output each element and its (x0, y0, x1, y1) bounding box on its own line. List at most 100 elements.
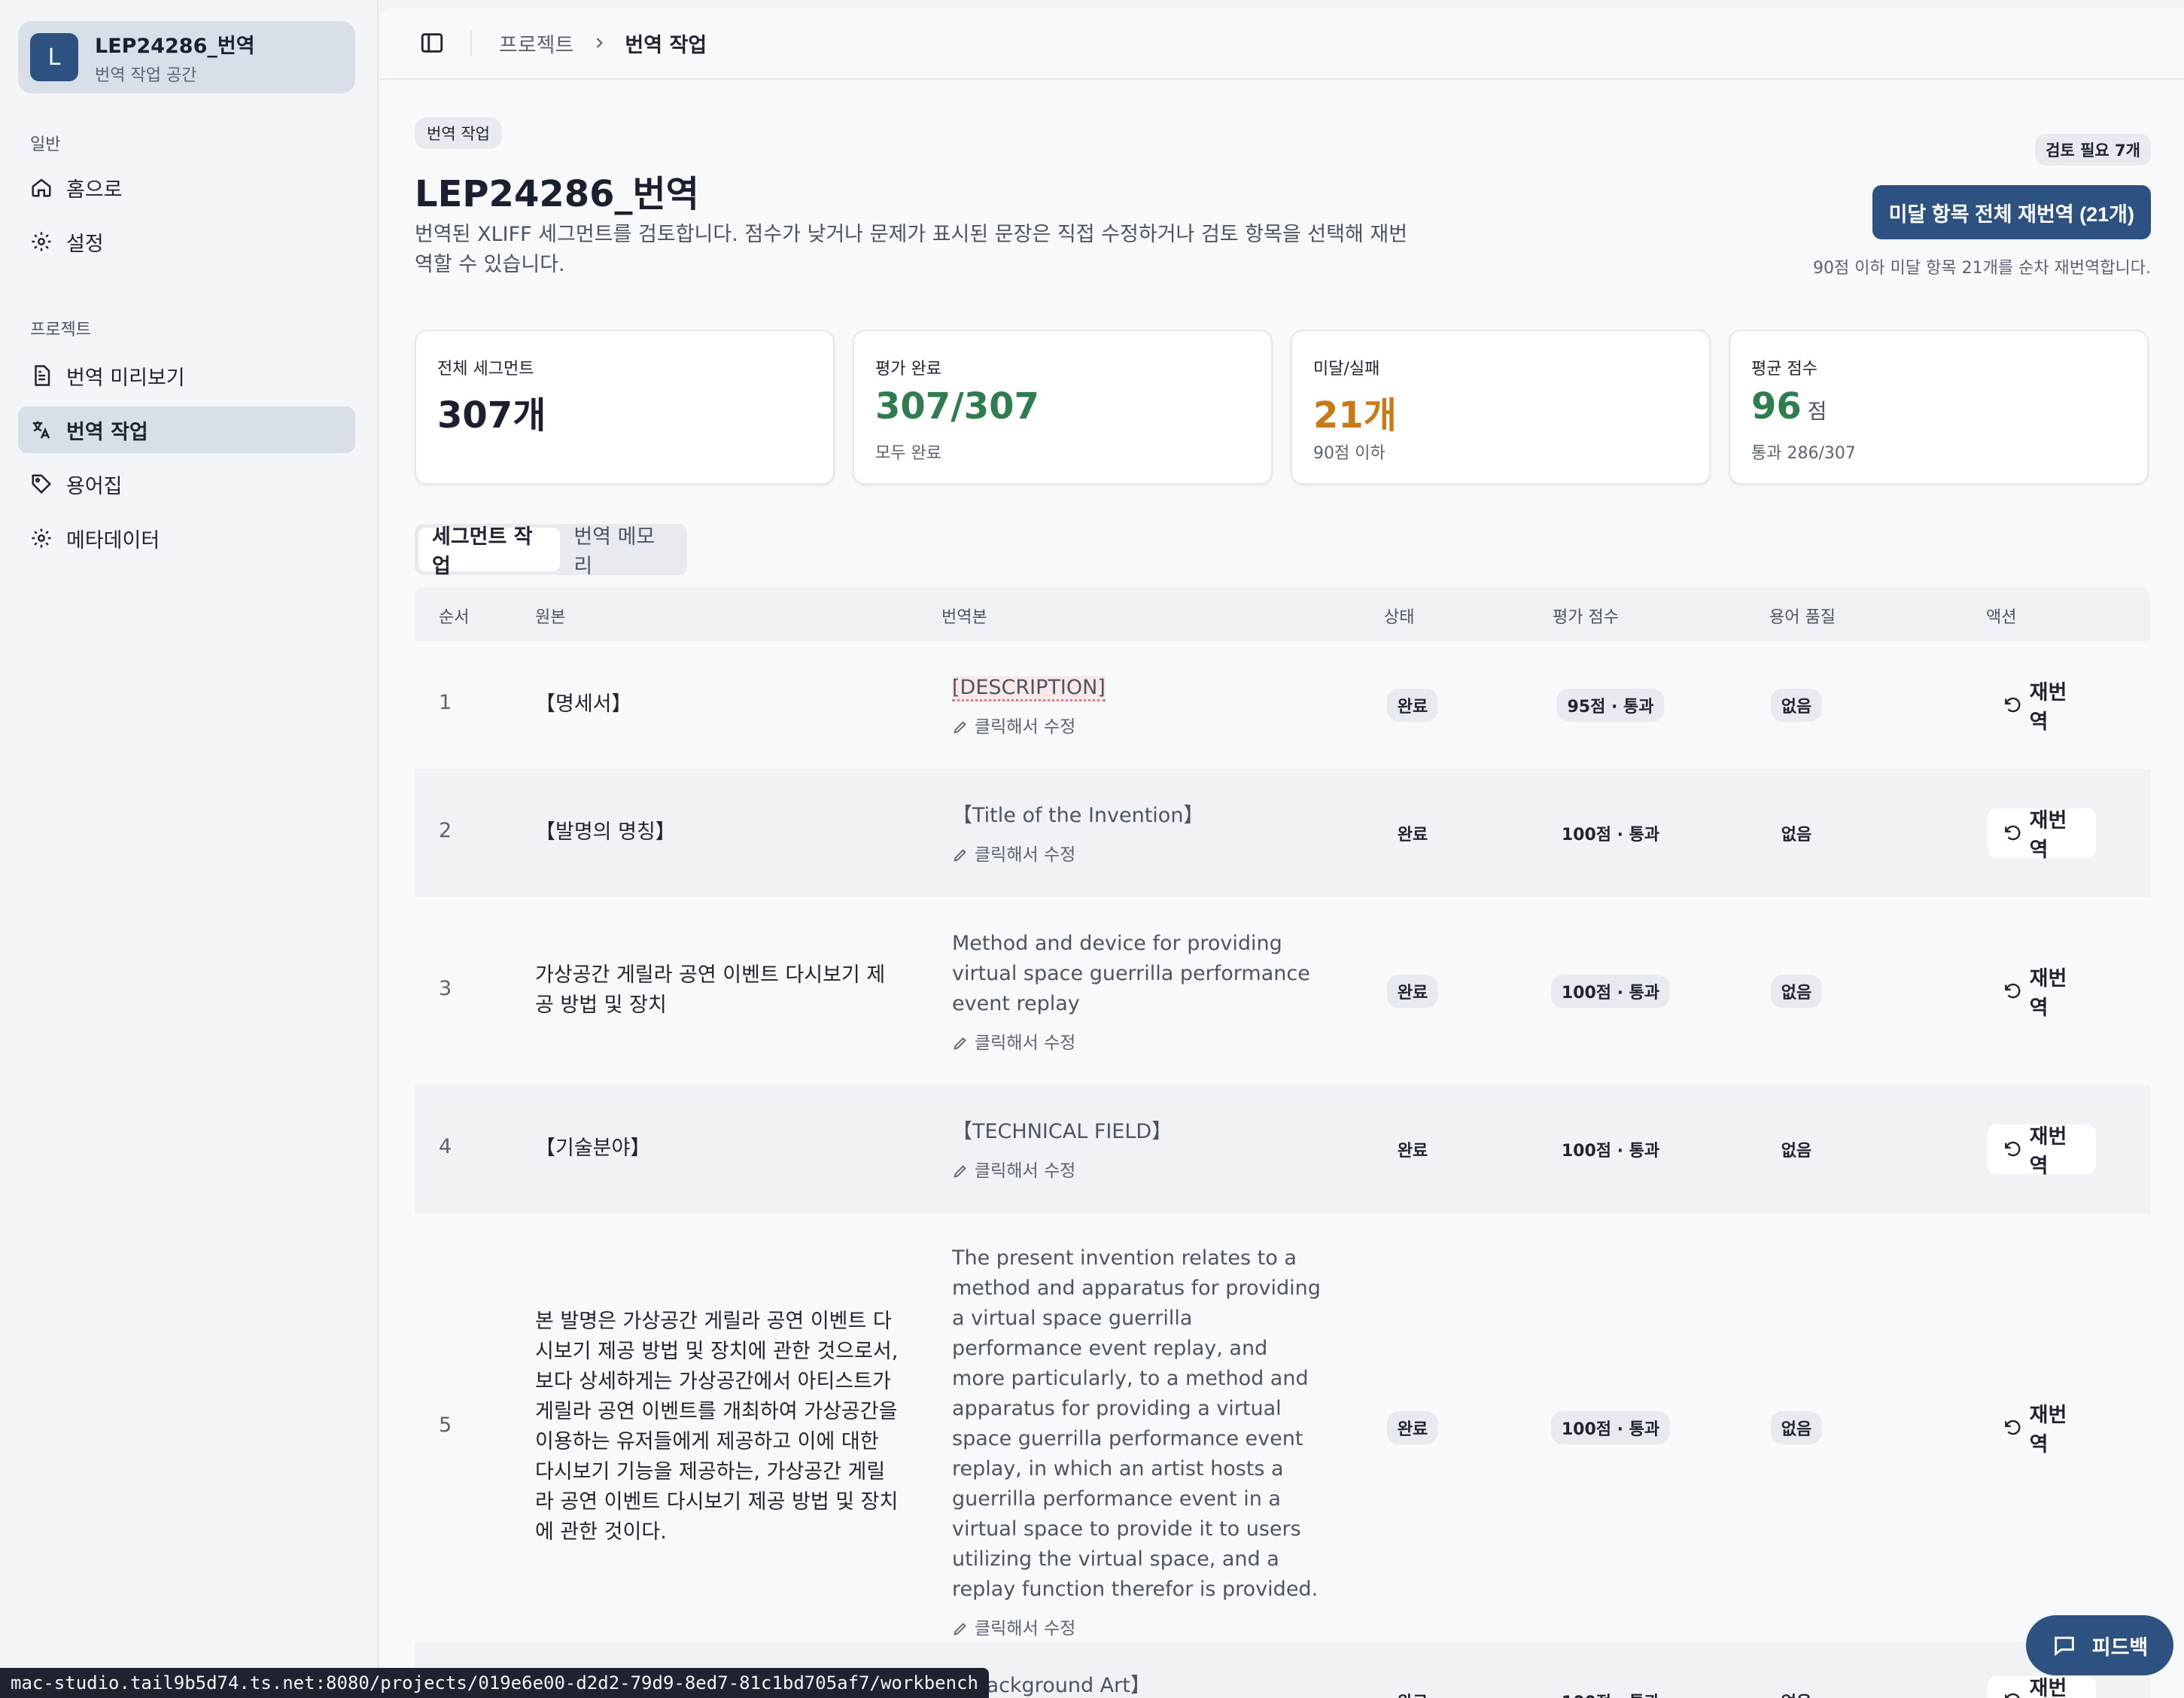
sidebar-item-label: 홈으로 (66, 173, 123, 202)
pencil-icon (952, 847, 969, 863)
stat-sub: 90점 이하 (1313, 440, 1386, 464)
score-badge: 100점 · 통과 (1551, 1684, 1670, 1698)
retranslate-note: 90점 이하 미달 항목 21개를 순차 재번역합니다. (1813, 254, 2151, 278)
retranslate-all-button[interactable]: 미달 항목 전체 재번역 (21개) (1872, 185, 2151, 239)
table-header: 순서 원본 번역본 상태 평가 점수 용어 품질 액션 (415, 587, 2150, 641)
score-badge: 100점 · 통과 (1551, 975, 1670, 1008)
stat-card-average: 평균 점수 96점 통과 286/307 (1729, 330, 2149, 485)
chevron-right-icon (592, 35, 607, 50)
edit-hint-label: 클릭해서 수정 (975, 840, 1075, 870)
row-source: 【명세서】 (535, 689, 904, 720)
sidebar-item-work[interactable]: 번역 작업 (18, 406, 355, 453)
page-tag: 번역 작업 (415, 117, 502, 149)
row-number: 4 (439, 1135, 452, 1158)
sidebar-item-label: 번역 미리보기 (66, 361, 185, 391)
stat-label: 전체 세그먼트 (437, 355, 534, 379)
stat-value: 96점 (1751, 385, 1827, 428)
page-title: LEP24286_번역 (415, 164, 699, 217)
status-badge: 완료 (1387, 689, 1438, 722)
feedback-label: 피드백 (2092, 1631, 2149, 1660)
sidebar-item-home[interactable]: 홈으로 (18, 164, 355, 211)
target-text: 【TECHNICAL FIELD】 (952, 1120, 1172, 1143)
retranslate-label: 재번역 (2030, 676, 2081, 735)
edit-hint-label: 클릭해서 수정 (975, 1028, 1075, 1058)
score-badge: 100점 · 통과 (1551, 817, 1670, 850)
edit-hint[interactable]: 클릭해서 수정 (952, 1614, 1321, 1644)
target-text: Method and device for providing virtual … (952, 932, 1310, 1015)
tag-icon (30, 473, 53, 495)
retranslate-label: 재번역 (2030, 1120, 2081, 1179)
table-row: 1 【명세서】 [DESCRIPTION] 클릭해서 수정 완료 95점 · 통… (415, 641, 2150, 769)
table-row: 4 【기술분야】 【TECHNICAL FIELD】 클릭해서 수정 완료 10… (415, 1085, 2150, 1213)
stat-label: 미달/실패 (1313, 355, 1379, 379)
retranslate-button[interactable]: 재번역 (1988, 808, 2096, 858)
edit-hint[interactable]: 클릭해서 수정 (952, 840, 1321, 870)
edit-hint-label: 클릭해서 수정 (975, 712, 1075, 742)
target-text: The present invention relates to a metho… (952, 1246, 1321, 1601)
refresh-icon (2003, 695, 2022, 716)
stat-label: 평균 점수 (1751, 355, 1817, 379)
sidebar-item-metadata[interactable]: 메타데이터 (18, 515, 355, 561)
edit-hint[interactable]: 클릭해서 수정 (952, 712, 1321, 742)
refresh-icon (2003, 1417, 2022, 1438)
stat-value: 21개 (1313, 385, 1397, 438)
retranslate-button[interactable]: 재번역 (1988, 1124, 2096, 1174)
breadcrumb-project[interactable]: 프로젝트 (499, 29, 573, 58)
retranslate-button[interactable]: 재번역 (1988, 1403, 2096, 1453)
sidebar-item-label: 용어집 (66, 470, 123, 499)
sidebar-item-preview[interactable]: 번역 미리보기 (18, 352, 355, 399)
retranslate-label: 재번역 (2030, 1672, 2081, 1698)
row-source: 【발명의 명칭】 (535, 817, 904, 847)
col-header-term: 용어 품질 (1769, 604, 1836, 628)
row-target[interactable]: 【Title of the Invention】 클릭해서 수정 (952, 801, 1321, 870)
gear-icon (30, 230, 53, 253)
sidebar-item-label: 메타데이터 (66, 524, 160, 553)
tab-bar: 세그먼트 작업 번역 메모리 (415, 524, 687, 575)
status-badge: 완료 (1387, 1411, 1438, 1444)
row-target[interactable]: The present invention relates to a metho… (952, 1243, 1321, 1644)
retranslate-button[interactable]: 재번역 (1988, 680, 2096, 730)
refresh-icon (2003, 981, 2022, 1002)
status-badge: 완료 (1387, 1133, 1438, 1166)
sidebar-toggle-icon[interactable] (419, 30, 445, 56)
retranslate-button[interactable]: 재번역 (1988, 966, 2096, 1016)
workspace-switcher[interactable]: L LEP24286_번역 번역 작업 공간 (18, 21, 355, 93)
row-target[interactable]: [DESCRIPTION] 클릭해서 수정 (952, 673, 1321, 742)
stat-label: 평가 완료 (875, 355, 941, 379)
sidebar-item-label: 번역 작업 (66, 415, 148, 445)
row-number: 2 (439, 819, 452, 842)
status-badge: 완료 (1387, 975, 1438, 1008)
stat-sub: 모두 완료 (875, 440, 941, 464)
score-badge: 95점 · 통과 (1556, 689, 1664, 722)
col-header-action: 액션 (1986, 604, 2016, 628)
nav-section-project: 프로젝트 (30, 316, 91, 340)
workspace-avatar: L (30, 33, 78, 81)
sidebar-item-glossary[interactable]: 용어집 (18, 461, 355, 507)
sidebar-item-label: 설정 (66, 227, 104, 257)
feedback-button[interactable]: 피드백 (2026, 1615, 2173, 1675)
row-target[interactable]: 【TECHNICAL FIELD】 클릭해서 수정 (952, 1117, 1321, 1186)
refresh-icon (2003, 1690, 2022, 1698)
translate-icon (30, 418, 53, 441)
edit-hint-label: 클릭해서 수정 (975, 1156, 1075, 1186)
tab-segment-work[interactable]: 세그먼트 작업 (418, 528, 560, 571)
col-header-score: 평가 점수 (1553, 604, 1619, 628)
edit-hint[interactable]: 클릭해서 수정 (952, 1156, 1321, 1186)
pencil-icon (952, 719, 969, 735)
nav-section-general: 일반 (30, 131, 60, 155)
pencil-icon (952, 1035, 969, 1051)
row-target[interactable]: Method and device for providing virtual … (952, 929, 1321, 1058)
sidebar-item-settings[interactable]: 설정 (18, 218, 355, 265)
retranslate-label: 재번역 (2030, 804, 2081, 863)
status-bar-url: mac-studio.tail9b5d74.ts.net:8080/projec… (0, 1668, 989, 1698)
row-target[interactable]: 【Background Art】 (952, 1671, 1321, 1698)
edit-hint[interactable]: 클릭해서 수정 (952, 1028, 1321, 1058)
score-badge: 100점 · 통과 (1551, 1133, 1670, 1166)
retranslate-button[interactable]: 재번역 (1988, 1676, 2096, 1698)
home-icon (30, 176, 53, 199)
table-row: 5 본 발명은 가상공간 게릴라 공연 이벤트 다시보기 제공 방법 및 장치에… (415, 1213, 2150, 1642)
target-text: [DESCRIPTION] (952, 676, 1106, 701)
tab-translation-memory[interactable]: 번역 메모리 (560, 528, 683, 571)
row-source: 본 발명은 가상공간 게릴라 공연 이벤트 다시보기 제공 방법 및 장치에 관… (535, 1307, 904, 1547)
row-source: 가상공간 게릴라 공연 이벤트 다시보기 제공 방법 및 장치 (535, 960, 904, 1021)
